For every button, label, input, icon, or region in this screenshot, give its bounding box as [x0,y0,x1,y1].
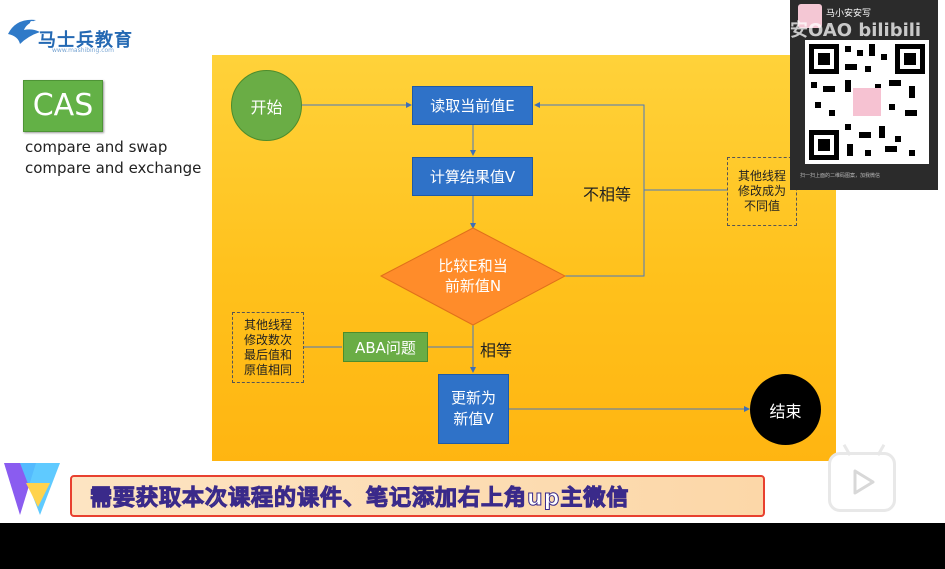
play-button[interactable] [828,452,896,512]
note-right-line-2: 修改成为 [737,184,786,198]
update-value-box: 更新为 新值V [438,374,509,444]
note-left-line-1: 其他线程 [243,317,292,332]
end-node: 结束 [750,374,821,445]
banner-triangle-logo-icon [4,463,60,515]
update-line-1: 更新为 [450,389,496,407]
compute-result-box: 计算结果值V [412,157,533,196]
play-icon [853,469,875,495]
equal-label: 相等 [480,341,513,360]
decision-line-2: 前新值N [444,277,502,295]
decision-label: 比较E和当 前新值N [410,254,536,298]
qr-center-avatar [853,88,881,116]
qr-pattern [809,44,925,160]
slide: 马士兵教育 www.mashibing.com CAS compare and … [0,0,945,523]
note-left-line-2: 修改数次 [243,332,292,347]
qr-code [805,40,929,164]
note-left-line-3: 最后值和 [243,347,292,362]
not-equal-label: 不相等 [583,185,632,204]
decision-line-1: 比较E和当 [438,257,508,275]
note-left-line-4: 原值相同 [243,362,292,377]
note-other-thread-different: 其他线程 修改成为 不同值 [727,157,797,226]
note-other-thread-same: 其他线程 修改数次 最后值和 原值相同 [232,312,304,383]
read-current-value-box: 读取当前值E [412,86,533,125]
bilibili-watermark: 安OAO bilibili [790,20,922,41]
promo-banner-text: 需要获取本次课程的课件、笔记添加右上角up主微信 [89,486,630,512]
aba-problem-box: ABA问题 [343,332,428,362]
note-right-line-3: 不同值 [743,199,780,213]
qr-caption: 扫一扫上面的二维码图案，加我微信 [800,173,881,179]
start-node: 开始 [231,70,302,141]
video-letterbox-bottom [0,523,945,569]
note-right-line-1: 其他线程 [737,169,786,183]
update-line-2: 新值V [453,410,494,428]
